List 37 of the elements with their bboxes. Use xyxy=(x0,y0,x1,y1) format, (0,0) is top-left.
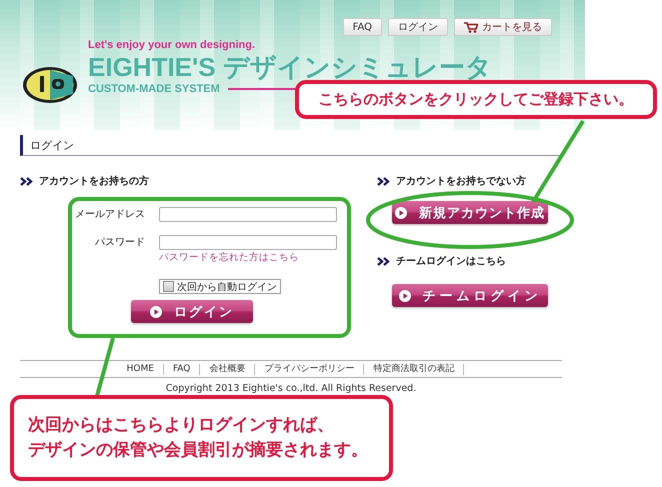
cart-icon xyxy=(464,22,478,32)
input-field[interactable] xyxy=(159,207,337,222)
footer-link[interactable]: プライバシーポリシー xyxy=(255,364,364,374)
callout-text: こちらのボタンをクリックしてご登録下さい。 xyxy=(318,88,634,110)
new-account-button[interactable]: 新規アカウント作成 xyxy=(392,201,548,224)
section-heading: チームログインはこちら xyxy=(396,255,506,268)
play-icon xyxy=(395,206,407,218)
site-title: EIGHTIE'S デザインシミュレータ xyxy=(88,51,492,83)
footer-link[interactable]: HOME xyxy=(118,364,164,374)
section-heading: アカウントをお持ちの方 xyxy=(39,174,149,188)
play-icon xyxy=(398,290,410,302)
chevron-icon xyxy=(377,176,390,186)
logo-icon xyxy=(22,66,78,104)
input-field[interactable] xyxy=(159,235,337,250)
section-heading: アカウントをお持ちでない方 xyxy=(396,174,526,188)
callout-text: 次回からはこちらよりログインすれば、 xyxy=(28,414,335,438)
footer-link[interactable]: FAQ xyxy=(164,364,200,374)
chevron-icon xyxy=(20,176,33,186)
copyright-text: Copyright 2013 Eightie's co.,ltd. All Rights Reserved. xyxy=(164,383,418,394)
team-login-button[interactable]: チームログイン xyxy=(392,284,548,307)
field-label: メールアドレス xyxy=(74,208,145,222)
cart-button[interactable]: カートを見る xyxy=(454,18,552,36)
play-icon xyxy=(150,306,162,318)
page-title: ログイン xyxy=(29,138,74,152)
site-subtitle: CUSTOM-MADE SYSTEM xyxy=(88,83,220,95)
footer-link[interactable]: 特定商法取引の表記 xyxy=(364,364,464,374)
auto-login-checkbox[interactable]: 次回から自動ログイン xyxy=(159,279,281,294)
chevron-icon xyxy=(377,256,390,266)
forgot-password-link[interactable]: パスワードを忘れた方はこちら xyxy=(159,251,337,264)
callout-text: デザインの保管や会員割引が摘要されます。 xyxy=(28,439,369,462)
callout-line xyxy=(95,337,115,397)
nav-button[interactable]: FAQ xyxy=(342,18,382,36)
login-button[interactable]: ログイン xyxy=(131,300,253,323)
field-label: パスワード xyxy=(94,236,145,250)
footer-link[interactable]: 会社概要 xyxy=(200,364,256,374)
tagline: Let's enjoy your own designing. xyxy=(88,39,256,51)
nav-button[interactable]: ログイン xyxy=(388,18,448,36)
